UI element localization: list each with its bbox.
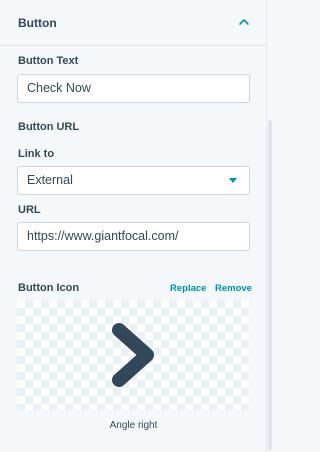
link-to-label: Link to bbox=[18, 148, 55, 160]
button-icon-label: Button Icon bbox=[18, 282, 80, 294]
remove-icon-link[interactable]: Remove bbox=[215, 283, 252, 294]
button-url-heading: Button URL bbox=[18, 121, 80, 133]
angle-right-icon bbox=[112, 323, 154, 387]
url-label: URL bbox=[18, 204, 41, 216]
icon-preview[interactable] bbox=[17, 300, 250, 410]
button-text-label: Button Text bbox=[18, 55, 79, 67]
button-text-input[interactable]: Check Now bbox=[17, 74, 250, 103]
chevron-up-icon[interactable] bbox=[238, 17, 250, 27]
section-header-button[interactable]: Button bbox=[0, 0, 266, 46]
link-to-select[interactable]: External bbox=[17, 166, 250, 195]
icon-caption: Angle right bbox=[109, 420, 158, 431]
section-title: Button bbox=[18, 16, 57, 30]
scrollbar-thumb[interactable] bbox=[268, 120, 272, 450]
link-to-selected-value: External bbox=[27, 173, 73, 187]
replace-icon-link[interactable]: Replace bbox=[170, 283, 206, 294]
button-settings-panel: Button Button Text Check Now Button URL … bbox=[0, 0, 274, 452]
url-input[interactable]: https://www.giantfocal.com/ bbox=[17, 222, 250, 251]
dropdown-caret-icon bbox=[229, 178, 237, 183]
